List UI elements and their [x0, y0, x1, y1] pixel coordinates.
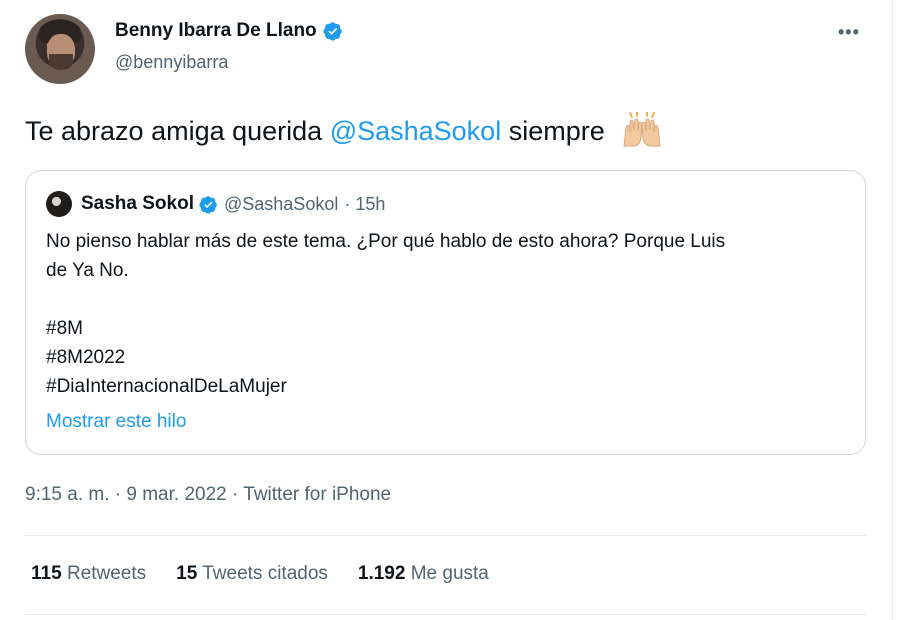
quoted-line: de Ya No. [46, 260, 129, 281]
retweets-stat[interactable]: 115 Retweets [31, 563, 146, 585]
quoted-tweet-body: No pienso hablar más de este tema. ¿Por … [46, 227, 846, 401]
author-handle[interactable]: @bennyibarra [115, 52, 228, 73]
quoted-author-avatar [46, 191, 72, 217]
likes-stat[interactable]: 1.192 Me gusta [358, 563, 489, 585]
hashtag: #8M2022 [46, 347, 126, 368]
author-avatar[interactable] [25, 14, 95, 84]
tweet-stats: 115 Retweets 15 Tweets citados 1.192 Me … [31, 563, 519, 585]
hashtag: #DiaInternacionalDeLaMujer [46, 376, 287, 397]
retweets-label: Retweets [66, 563, 147, 584]
author-name[interactable]: Benny Ibarra De Llano [115, 20, 317, 42]
tweet-text-after: siempre [501, 116, 605, 146]
quoted-tweet[interactable]: Sasha Sokol @SashaSokol · 15h No pienso … [25, 170, 866, 455]
tweet-text: Te abrazo amiga querida @SashaSokol siem… [25, 112, 664, 148]
likes-count: 1.192 [357, 563, 406, 584]
divider [25, 535, 866, 536]
tweet-card: Benny Ibarra De Llano @bennyibarra ••• T… [0, 0, 893, 620]
verified-badge-icon [323, 22, 342, 41]
quoted-tweet-time: · 15h [344, 193, 386, 214]
quoted-author-name: Sasha Sokol [81, 193, 194, 214]
verified-badge-icon [199, 195, 217, 214]
tweet-timestamp[interactable]: 9:15 a. m. · 9 mar. 2022 · Twitter for i… [25, 484, 391, 506]
mention-link[interactable]: @SashaSokol [330, 116, 502, 146]
quoted-tweet-header: Sasha Sokol @SashaSokol · 15h [46, 191, 385, 217]
quotes-count: 15 [176, 563, 198, 584]
quoted-line-blank [46, 285, 846, 314]
quoted-line: No pienso hablar más de este tema. ¿Por … [46, 231, 726, 252]
hashtag: #8M [46, 318, 83, 339]
quoted-author-handle: @SashaSokol [224, 193, 339, 214]
raising-hands-emoji-icon [623, 112, 661, 147]
author-name-row[interactable]: Benny Ibarra De Llano [115, 20, 343, 42]
more-options-icon[interactable]: ••• [838, 22, 860, 43]
show-thread-link[interactable]: Mostrar este hilo [46, 411, 186, 433]
tweet-text-before: Te abrazo amiga querida [25, 116, 330, 146]
quotes-stat[interactable]: 15 Tweets citados [176, 563, 328, 585]
likes-label: Me gusta [410, 563, 489, 584]
retweets-count: 115 [31, 563, 62, 584]
quotes-label: Tweets citados [202, 563, 328, 584]
divider [25, 614, 866, 615]
